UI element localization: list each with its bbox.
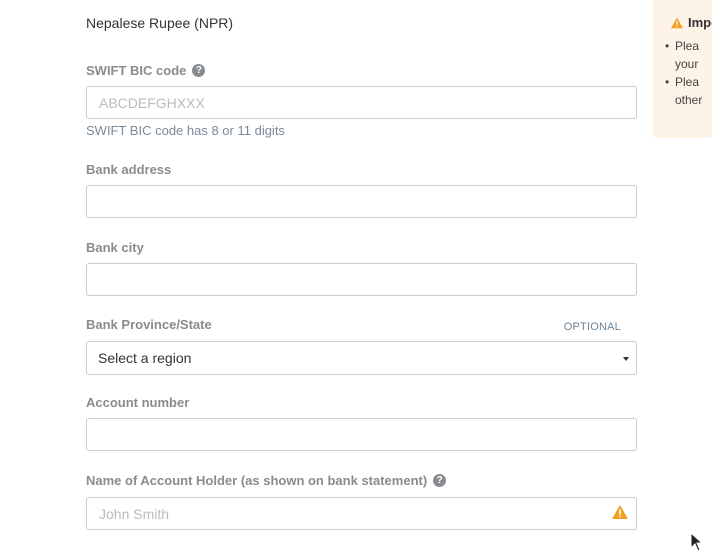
account-holder-label-text: Name of Account Holder (as shown on bank…	[86, 473, 428, 488]
bank-province-label-text: Bank Province/State	[86, 317, 212, 332]
bank-address-label-text: Bank address	[86, 162, 172, 177]
bank-province-label: Bank Province/State	[86, 317, 212, 332]
important-notice: Impo Plea your Plea other	[653, 0, 712, 138]
account-number-input[interactable]	[86, 418, 637, 451]
notice-line: Plea	[675, 75, 700, 89]
account-number-label-text: Account number	[86, 395, 190, 410]
notice-title: Impo	[670, 15, 712, 30]
swift-label: SWIFT BIC code ?	[86, 63, 206, 78]
notice-list: Plea your Plea other	[665, 37, 712, 109]
help-icon[interactable]: ?	[192, 64, 206, 77]
currency-name: Nepalese Rupee (NPR)	[86, 15, 234, 31]
swift-hint: SWIFT BIC code has 8 or 11 digits	[86, 123, 285, 138]
bank-city-label-text: Bank city	[86, 240, 144, 255]
notice-item: Plea your	[665, 37, 712, 73]
account-number-label: Account number	[86, 395, 189, 410]
bank-province-select[interactable]: Select a region	[86, 341, 637, 375]
notice-line: Plea	[675, 39, 700, 53]
account-holder-label: Name of Account Holder (as shown on bank…	[86, 473, 447, 488]
help-icon[interactable]: ?	[433, 474, 447, 487]
swift-input[interactable]	[86, 86, 637, 119]
mouse-cursor-icon	[690, 532, 704, 552]
bank-province-selected: Select a region	[98, 350, 192, 366]
swift-label-text: SWIFT BIC code	[86, 63, 187, 78]
bank-address-input[interactable]	[86, 185, 637, 218]
bank-city-label: Bank city	[86, 240, 144, 255]
notice-title-text: Impo	[688, 15, 712, 30]
bank-address-label: Bank address	[86, 162, 171, 177]
notice-line: other	[675, 93, 703, 107]
chevron-down-icon	[623, 357, 629, 361]
notice-line: your	[675, 57, 699, 71]
optional-tag: OPTIONAL	[563, 321, 621, 333]
account-holder-input[interactable]	[86, 497, 637, 530]
notice-item: Plea other	[665, 73, 712, 109]
account-holder-field	[86, 497, 637, 530]
warning-icon	[612, 505, 628, 519]
bank-city-input[interactable]	[86, 263, 637, 296]
warning-icon	[671, 17, 683, 28]
